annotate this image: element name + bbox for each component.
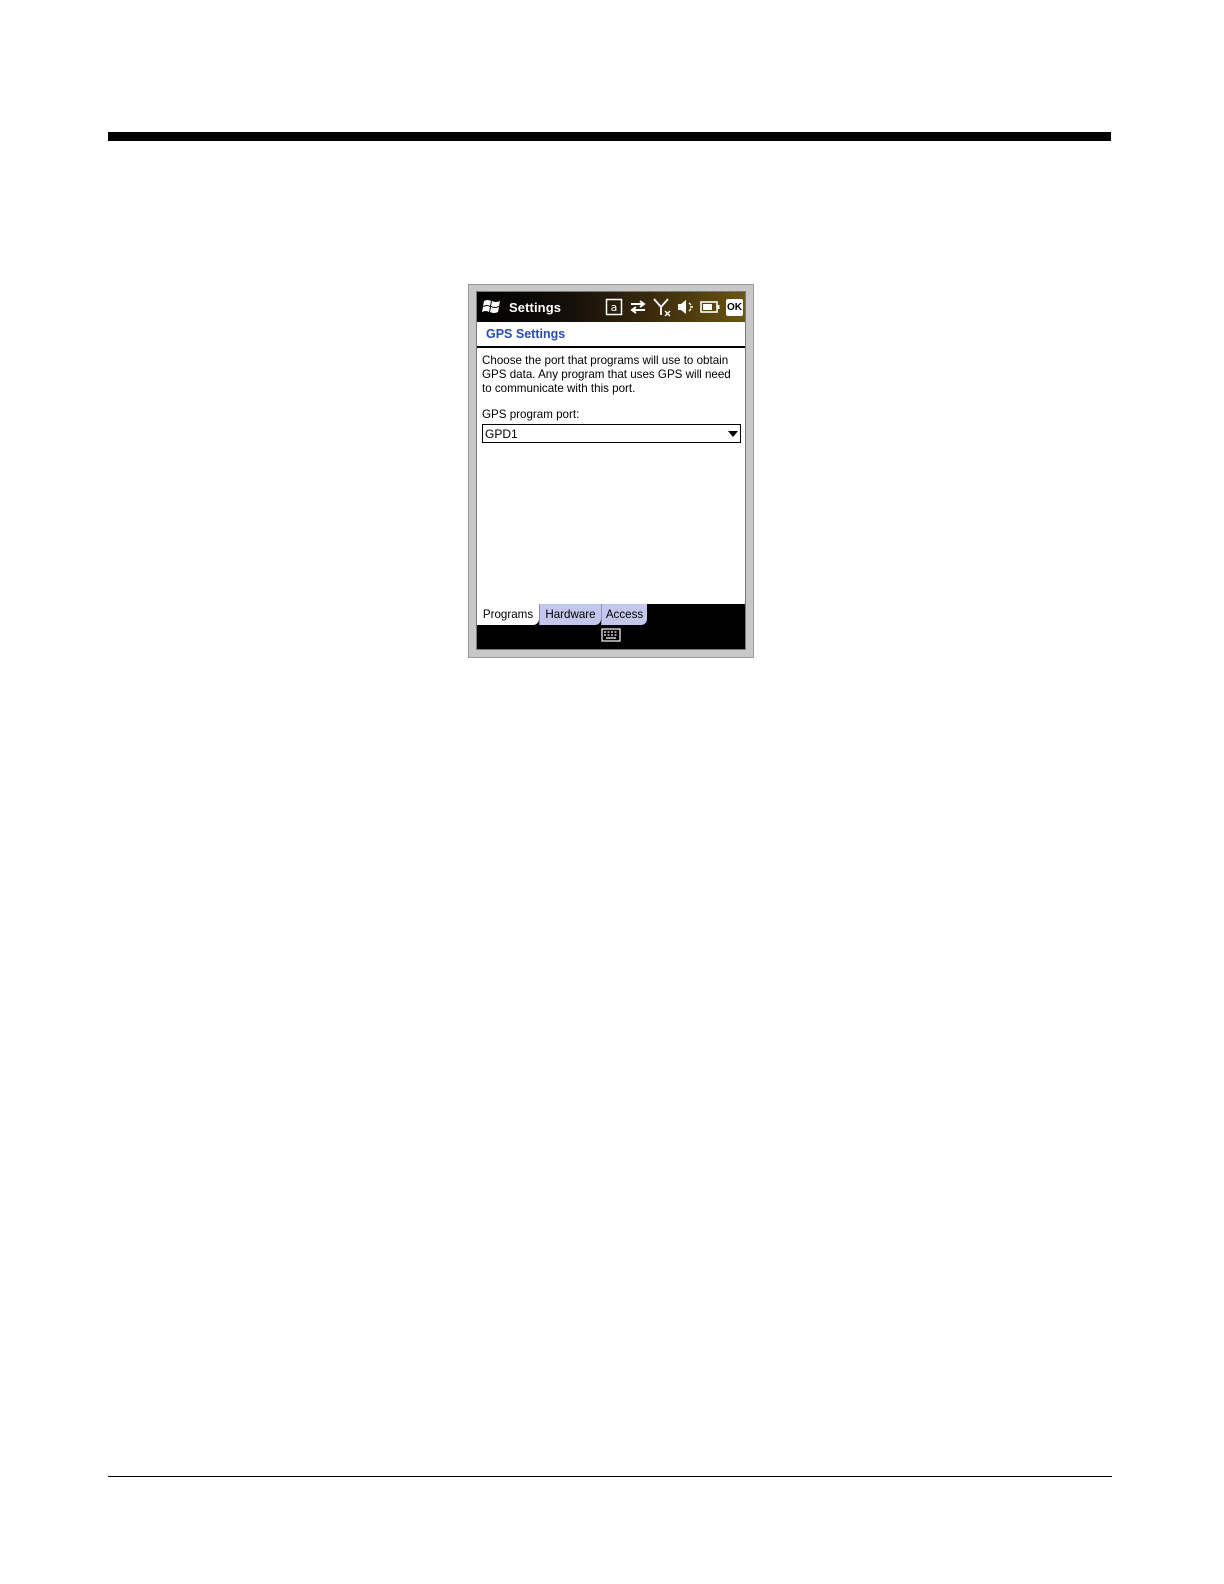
tab-hardware[interactable]: Hardware [539, 604, 601, 625]
app-title: Settings [509, 299, 562, 315]
tab-bar: Programs Hardware Access [477, 604, 745, 626]
document-page: Settings a OK GPS Settings Choose the po… [0, 0, 1224, 1584]
tab-access[interactable]: Access [601, 604, 647, 625]
dropdown-arrow-icon[interactable] [726, 427, 740, 441]
soft-key-bar [477, 626, 745, 649]
footer-rule [108, 1476, 1112, 1477]
gps-port-label: GPS program port: [482, 408, 580, 421]
title-bar: Settings a OK [477, 292, 745, 322]
no-signal-icon[interactable] [651, 296, 673, 318]
page-title: GPS Settings [486, 327, 566, 341]
battery-icon[interactable] [699, 296, 721, 318]
description-text: Choose the port that programs will use t… [482, 354, 731, 395]
input-mode-icon[interactable]: a [603, 296, 625, 318]
section-header: GPS Settings [477, 322, 745, 348]
device-screen: Settings a OK GPS Settings Choose the po… [476, 291, 746, 650]
keyboard-icon[interactable] [601, 628, 621, 642]
gps-port-value: GPD1 [485, 426, 518, 441]
svg-text:a: a [611, 301, 618, 314]
header-rule [108, 132, 1111, 141]
device-screenshot-frame: Settings a OK GPS Settings Choose the po… [468, 284, 754, 658]
windows-start-icon[interactable] [481, 296, 503, 318]
ok-button[interactable]: OK [726, 298, 743, 316]
settings-content: Choose the port that programs will use t… [482, 354, 741, 443]
tab-programs[interactable]: Programs [477, 604, 539, 625]
volume-muted-icon[interactable] [675, 296, 697, 318]
status-tray: a OK [603, 296, 743, 318]
gps-port-select[interactable]: GPD1 [482, 424, 741, 443]
connectivity-icon[interactable] [627, 296, 649, 318]
